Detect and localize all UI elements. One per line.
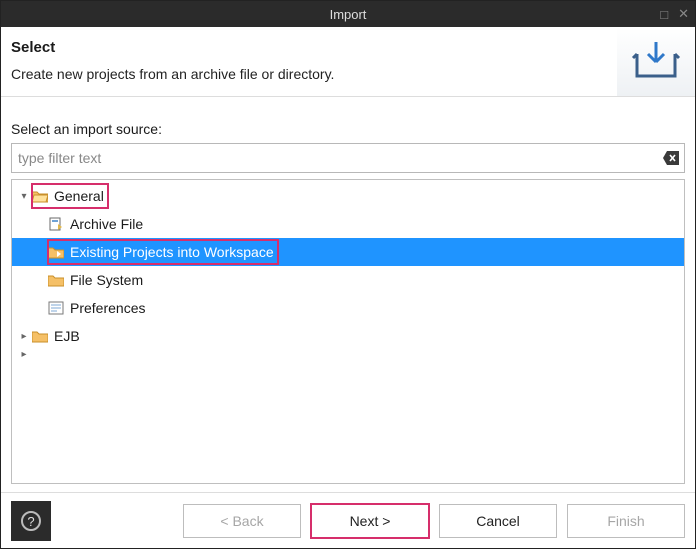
import-source-tree: ▾ General Archive File [12,180,684,364]
maximize-icon[interactable]: □ [660,7,668,22]
import-icon [617,27,695,96]
import-wizard-window: Import □ ✕ Select Create new projects fr… [0,0,696,549]
twisty-right-icon: ▸ [18,349,30,360]
help-button[interactable]: ? [11,501,51,541]
clear-filter-icon[interactable] [663,151,679,165]
window-buttons: □ ✕ [660,1,689,27]
close-icon[interactable]: ✕ [678,6,689,22]
page-subtitle: Create new projects from an archive file… [11,66,607,82]
twisty-down-icon[interactable]: ▾ [18,191,30,202]
tree-node-ejb[interactable]: ▸ EJB [12,322,684,350]
tree-node-label: File System [70,272,143,288]
back-button[interactable]: < Back [183,504,301,538]
window-title: Import [330,7,367,22]
next-button[interactable]: Next > [311,504,429,538]
twisty-right-icon[interactable]: ▸ [18,331,30,342]
archive-file-icon [48,216,64,232]
filter-label: Select an import source: [11,121,685,137]
filter-wrap [11,143,685,173]
titlebar: Import □ ✕ [1,1,695,27]
tree-node-label: General [54,188,104,204]
wizard-header: Select Create new projects from an archi… [1,27,695,97]
finish-button[interactable]: Finish [567,504,685,538]
tree-node-label: Existing Projects into Workspace [70,244,274,260]
tree-node-file-system[interactable]: File System [12,266,684,294]
tree-node-label: EJB [54,328,80,344]
wizard-body: Select an import source: ▾ Ge [1,97,695,492]
svg-text:?: ? [27,514,34,529]
tree-node-archive-file[interactable]: Archive File [12,210,684,238]
tree-node-cutoff: ▸ [12,350,684,358]
folder-icon [32,328,48,344]
cancel-button[interactable]: Cancel [439,504,557,538]
filter-input[interactable] [11,143,685,173]
tree-container: ▾ General Archive File [11,179,685,484]
tree-node-label: Preferences [70,300,145,316]
tree-node-label: Archive File [70,216,143,232]
wizard-header-text: Select Create new projects from an archi… [1,27,617,96]
tree-node-existing-projects[interactable]: Existing Projects into Workspace [12,238,684,266]
preferences-icon [48,300,64,316]
folder-open-icon [32,188,48,204]
folder-icon [48,272,64,288]
page-title: Select [11,39,607,56]
folder-import-icon [48,244,64,260]
tree-scroll[interactable]: ▾ General Archive File [12,180,684,483]
tree-node-general[interactable]: ▾ General [12,182,684,210]
tree-node-preferences[interactable]: Preferences [12,294,684,322]
wizard-footer: ? < Back Next > Cancel Finish [1,492,695,548]
